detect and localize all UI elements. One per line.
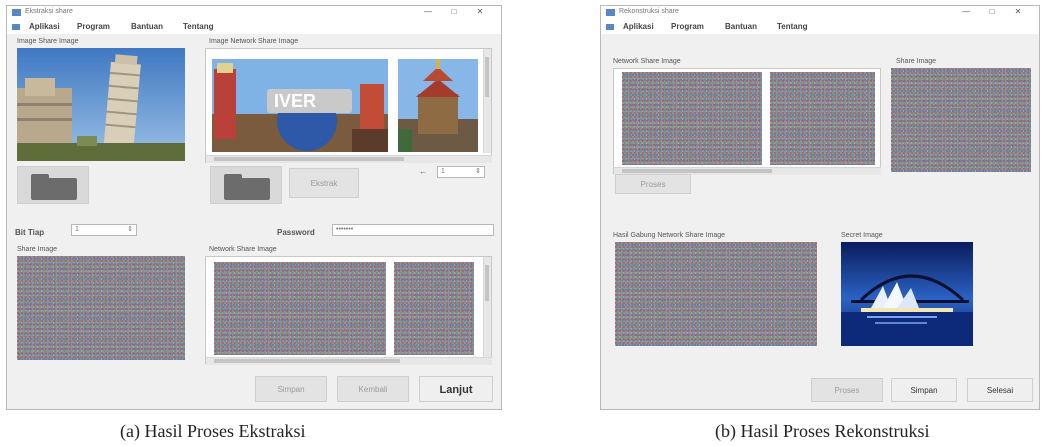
combined-share-image <box>615 242 817 346</box>
save-button[interactable]: Simpan <box>891 378 957 402</box>
host-image <box>17 48 185 161</box>
network-share-image-2 <box>770 72 875 165</box>
network-share-panel <box>205 256 492 365</box>
extraction-window: Ekstraksi share — □ ✕ Aplikasi Program Ban… <box>6 5 502 410</box>
share-image-label: Share Image <box>17 246 58 253</box>
close-icon[interactable]: ✕ <box>1005 7 1031 16</box>
minimize-icon[interactable]: — <box>415 7 441 16</box>
menu-app-icon <box>12 24 20 30</box>
minimize-icon[interactable]: — <box>953 7 979 16</box>
save-button[interactable]: Simpan <box>255 376 327 402</box>
menu-bantuan[interactable]: Bantuan <box>725 22 757 31</box>
menu-bar: Aplikasi Program Bantuan Tentang <box>601 20 1039 34</box>
stepper-value: 1 <box>441 168 445 175</box>
extract-button[interactable]: Ekstrak <box>289 168 359 198</box>
window-title: Rekonstruksi share <box>619 8 679 15</box>
bits-label: Bit Tiap <box>15 228 45 237</box>
menu-program[interactable]: Program <box>77 22 110 31</box>
close-icon[interactable]: ✕ <box>467 7 493 16</box>
stepper-spin-icon[interactable]: ⇕ <box>475 167 481 177</box>
bits-value: 1 <box>75 226 79 233</box>
combined-share-label: Hasil Gabung Network Share Image <box>613 232 726 239</box>
bits-input[interactable]: 1 ⇕ <box>71 224 137 236</box>
menu-tentang[interactable]: Tentang <box>777 22 808 31</box>
host-image-label: Image Share Image <box>17 38 79 45</box>
window-controls: — □ ✕ <box>953 7 1031 16</box>
network-share-image-2 <box>394 262 474 355</box>
menu-app-icon <box>606 24 614 30</box>
password-input[interactable]: ••••••• <box>332 224 494 236</box>
network-share-label: Network Share Image <box>613 58 681 65</box>
marked-images-panel: IVER <box>205 48 492 163</box>
universal-photo: IVER <box>212 59 388 152</box>
menu-program[interactable]: Program <box>671 22 704 31</box>
title-bar: Ekstraksi share — □ ✕ <box>7 6 501 20</box>
window-title: Ekstraksi share <box>25 8 73 15</box>
share-image <box>17 256 185 360</box>
password-label: Password <box>277 228 315 237</box>
share-image-label: Share Image <box>896 58 937 65</box>
folder-icon <box>224 178 270 200</box>
reconstruction-window: Rekonstruksi share — □ ✕ Aplikasi Program … <box>600 5 1040 410</box>
network-share-image-1 <box>622 72 762 165</box>
network-share-image-1 <box>214 262 386 355</box>
network-share-hscroll[interactable] <box>206 357 492 365</box>
folder-icon <box>31 178 77 200</box>
bits-spin-icon[interactable]: ⇕ <box>127 225 133 235</box>
menu-aplikasi[interactable]: Aplikasi <box>623 22 654 31</box>
title-bar: Rekonstruksi share — □ ✕ <box>601 6 1039 20</box>
share-image <box>891 68 1031 172</box>
menu-tentang[interactable]: Tentang <box>183 22 214 31</box>
temple-photo <box>398 59 478 152</box>
open-host-folder-button[interactable] <box>17 166 89 204</box>
sydney-opera-photo <box>841 242 973 346</box>
marked-images-vscroll[interactable] <box>483 49 491 153</box>
svg-text:IVER: IVER <box>274 91 316 111</box>
maximize-icon[interactable]: □ <box>979 7 1005 16</box>
stepper-arrow: ← <box>419 167 427 176</box>
open-marked-folder-button[interactable] <box>210 166 282 204</box>
menu-bantuan[interactable]: Bantuan <box>131 22 163 31</box>
maximize-icon[interactable]: □ <box>441 7 467 16</box>
process-share-button[interactable]: Proses <box>615 174 691 194</box>
app-icon <box>12 9 21 16</box>
secret-image-label: Secret Image <box>841 232 883 239</box>
pisa-photo <box>17 48 185 161</box>
network-share-panel <box>613 68 881 175</box>
marked-image-2 <box>398 59 478 152</box>
process-button[interactable]: Proses <box>811 378 883 402</box>
marked-image-label: Image Network Share Image <box>209 38 299 45</box>
image-index-stepper[interactable]: 1 ⇕ <box>437 166 485 178</box>
caption-reconstruction: (b) Hasil Proses Rekonstruksi <box>715 421 930 441</box>
secret-image <box>841 242 973 346</box>
marked-image-1: IVER <box>212 59 388 152</box>
finish-button[interactable]: Selesai <box>967 378 1033 402</box>
app-icon <box>606 9 615 16</box>
marked-images-hscroll[interactable] <box>206 155 492 163</box>
back-button[interactable]: Kembali <box>337 376 409 402</box>
caption-extraction: (a) Hasil Proses Ekstraksi <box>120 421 306 441</box>
network-share-label: Network Share Image <box>209 246 277 253</box>
menu-aplikasi[interactable]: Aplikasi <box>29 22 60 31</box>
window-controls: — □ ✕ <box>415 7 493 16</box>
next-button[interactable]: Lanjut <box>419 376 493 402</box>
network-share-vscroll[interactable] <box>483 257 491 357</box>
menu-bar: Aplikasi Program Bantuan Tentang <box>7 20 501 34</box>
